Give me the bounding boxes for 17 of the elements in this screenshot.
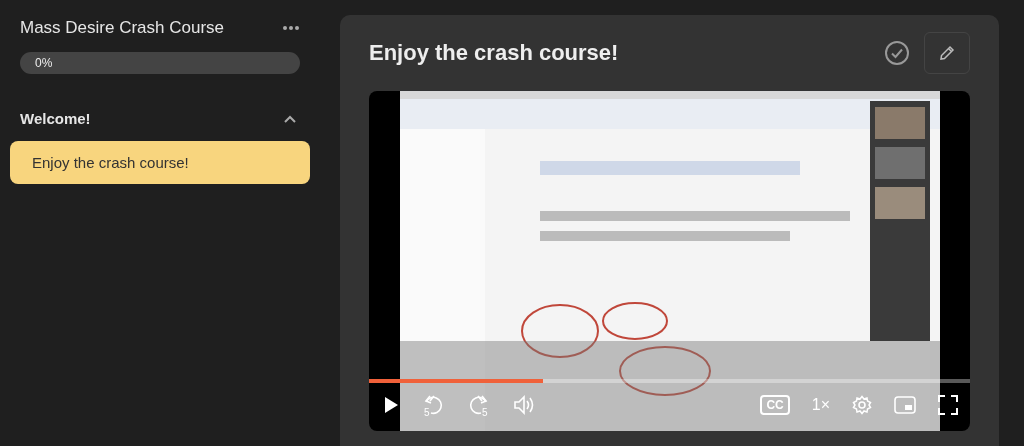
pencil-icon xyxy=(938,44,956,62)
check-circle-icon[interactable] xyxy=(884,40,910,66)
lesson-item[interactable]: Enjoy the crash course! xyxy=(10,141,310,184)
speed-button[interactable]: 1× xyxy=(811,396,830,414)
course-title: Mass Desire Crash Course xyxy=(20,18,225,38)
chevron-icon[interactable] xyxy=(284,114,296,123)
fullscreen-icon[interactable] xyxy=(938,395,958,415)
forward-button[interactable]: 5 xyxy=(467,393,491,417)
more-icon[interactable] xyxy=(282,25,300,31)
lesson-title: Enjoy the crash course! xyxy=(369,40,620,66)
video-progress-bar[interactable] xyxy=(369,379,970,383)
video-player[interactable]: 5 5 CC 1× xyxy=(369,91,970,431)
progress-label: 0% xyxy=(34,56,53,70)
rewind-button[interactable]: 5 xyxy=(421,393,445,417)
edit-button[interactable] xyxy=(924,32,970,74)
section-title[interactable]: Welcome! xyxy=(20,110,91,127)
captions-button[interactable]: CC xyxy=(760,395,790,415)
